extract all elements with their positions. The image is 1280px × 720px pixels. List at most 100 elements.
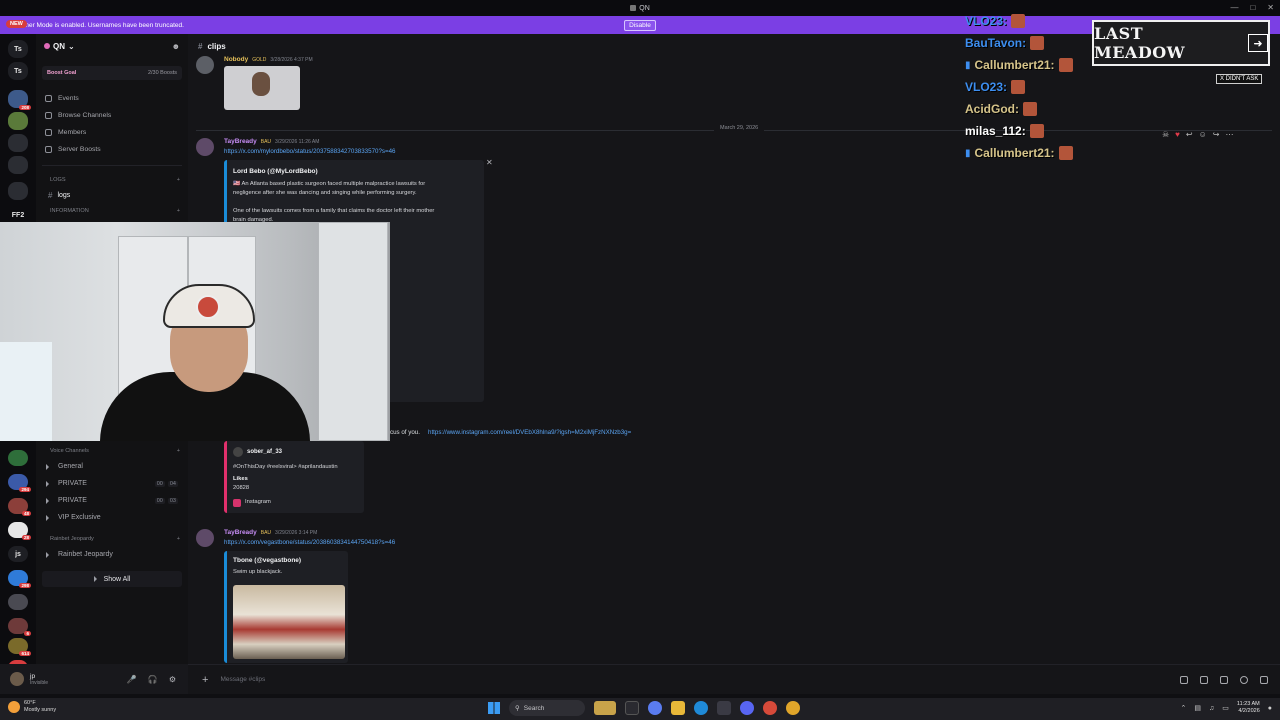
nav-events[interactable]: Events: [36, 90, 188, 107]
server-icon[interactable]: 6: [8, 618, 31, 636]
server-icon[interactable]: 298: [8, 570, 31, 588]
server-icon[interactable]: js: [8, 546, 28, 562]
voice-channel-vip[interactable]: VIP Exclusive: [36, 509, 188, 526]
server-icon[interactable]: [8, 182, 28, 200]
boost-goal-bar[interactable]: Boost Goal 2/30 Boosts: [42, 66, 182, 80]
message-author[interactable]: Nobody: [224, 56, 248, 63]
server-icon[interactable]: [8, 134, 28, 152]
weather-widget[interactable]: 60°F Mostly sunny: [8, 700, 56, 713]
embed-author[interactable]: sober_af_33: [247, 449, 282, 455]
message-link[interactable]: https://www.instagram.com/reel/DVEbX8hln…: [428, 429, 631, 436]
add-channel-icon[interactable]: +: [177, 536, 180, 542]
windows-start-icon[interactable]: [488, 702, 500, 714]
widgets-icon[interactable]: [594, 701, 616, 715]
embed-image[interactable]: [233, 585, 345, 659]
embed-footer: Instagram: [245, 499, 271, 505]
chrome-icon[interactable]: [786, 701, 800, 715]
clock[interactable]: 11:23 AM 4/2/2026: [1237, 701, 1260, 715]
server-icon[interactable]: 614: [8, 638, 31, 656]
sticker-icon[interactable]: [1220, 676, 1228, 684]
server-name[interactable]: QN ⌄: [44, 42, 75, 51]
chevron-up-icon[interactable]: ⌃: [1181, 704, 1187, 712]
message-link[interactable]: https://x.com/mylordbebo/status/20375883…: [224, 148, 395, 155]
voice-channel-general[interactable]: General: [36, 458, 188, 475]
embed-title[interactable]: Tbone (@vegastbone): [233, 557, 301, 564]
avatar[interactable]: [10, 672, 24, 686]
nav-server-boosts[interactable]: Server Boosts: [36, 141, 188, 158]
webcam-overlay: [0, 222, 390, 441]
close-icon[interactable]: ✕: [1267, 3, 1274, 12]
folder-icon[interactable]: [671, 701, 685, 715]
edge-icon[interactable]: [694, 701, 708, 715]
avatar[interactable]: [196, 529, 214, 547]
nav-members[interactable]: Members: [36, 124, 188, 141]
more-icon[interactable]: ⋯: [1226, 130, 1234, 139]
emoji-icon[interactable]: [1240, 676, 1248, 684]
volume-icon[interactable]: ♫: [1209, 705, 1214, 712]
message-author[interactable]: TayBready: [224, 529, 257, 536]
app-icon[interactable]: [763, 701, 777, 715]
notification-icon[interactable]: ●: [1268, 705, 1272, 712]
category-logs[interactable]: LOGS +: [36, 173, 188, 187]
message-input[interactable]: Message #clips: [220, 676, 265, 683]
server-icon[interactable]: [8, 112, 28, 130]
gear-icon[interactable]: ⚙: [169, 675, 176, 684]
gif-icon[interactable]: [1200, 676, 1208, 684]
taskbar-apps: ⚲ Search: [488, 700, 800, 716]
copilot-icon[interactable]: [648, 701, 662, 715]
taskbar-search[interactable]: ⚲ Search: [509, 700, 585, 716]
network-icon[interactable]: ▤: [1194, 704, 1201, 712]
avatar[interactable]: [196, 56, 214, 74]
message-link[interactable]: https://x.com/vegastbone/status/20386038…: [224, 539, 395, 546]
server-icon[interactable]: Ts: [8, 62, 28, 80]
server-icon[interactable]: 294: [8, 474, 31, 492]
message-author[interactable]: TayBready: [224, 138, 257, 145]
category-rainbet[interactable]: Rainbet Jeopardy +: [36, 532, 188, 546]
server-icon[interactable]: [8, 156, 28, 174]
minimize-icon[interactable]: —: [1230, 3, 1238, 12]
apps-icon[interactable]: [1260, 676, 1268, 684]
maximize-icon[interactable]: □: [1250, 3, 1255, 12]
voice-channel-rainbet[interactable]: Rainbet Jeopardy: [36, 546, 188, 563]
hash-icon: #: [48, 191, 53, 200]
server-icon[interactable]: [8, 450, 28, 466]
terminal-icon[interactable]: [717, 701, 731, 715]
badge-icon: ▮: [965, 59, 971, 71]
skull-icon[interactable]: ☠: [1162, 130, 1169, 139]
gift-icon[interactable]: [1180, 676, 1188, 684]
file-explorer-icon[interactable]: [625, 701, 639, 715]
avatar[interactable]: [196, 138, 214, 156]
channel-logs[interactable]: # logs: [36, 187, 188, 204]
nav-browse-channels[interactable]: Browse Channels: [36, 107, 188, 124]
add-reaction-icon[interactable]: ☺: [1199, 130, 1207, 139]
mic-icon[interactable]: 🎤: [127, 675, 137, 684]
video-thumbnail[interactable]: [224, 66, 300, 110]
reply-icon[interactable]: ↩: [1186, 130, 1193, 139]
category-information[interactable]: INFORMATION +: [36, 204, 188, 218]
voice-channel-private[interactable]: PRIVATE 00 03: [36, 492, 188, 509]
close-embed-icon[interactable]: ✕: [486, 158, 493, 167]
add-attachment-icon[interactable]: +: [202, 674, 208, 686]
discord-icon[interactable]: [740, 701, 754, 715]
heart-icon[interactable]: ♥: [1175, 130, 1180, 139]
taskbar: 60°F Mostly sunny ⚲ Search ⌃ ▤ ♫ ▭ 11:23…: [0, 698, 1280, 720]
add-channel-icon[interactable]: +: [177, 448, 180, 454]
show-all-button[interactable]: Show All: [42, 571, 182, 587]
headphones-icon[interactable]: 🎧: [148, 675, 158, 684]
voice-channel-private[interactable]: PRIVATE 00 04: [36, 475, 188, 492]
forward-icon[interactable]: ↪: [1213, 130, 1220, 139]
server-icon[interactable]: Ts: [8, 40, 28, 58]
embed-title[interactable]: Lord Bebo (@MyLordBebo): [233, 168, 318, 175]
server-header[interactable]: QN ⌄ ☻: [36, 34, 188, 58]
battery-icon[interactable]: ▭: [1222, 704, 1229, 712]
user-info[interactable]: jp Invisible: [30, 673, 48, 686]
server-icon[interactable]: 28: [8, 522, 31, 540]
add-channel-icon[interactable]: +: [177, 177, 180, 183]
server-icon[interactable]: 48: [8, 498, 31, 516]
category-voice[interactable]: Voice Channels +: [36, 444, 188, 458]
add-channel-icon[interactable]: +: [177, 208, 180, 214]
server-icon[interactable]: [8, 594, 28, 610]
server-icon[interactable]: 208: [8, 90, 31, 110]
disable-button[interactable]: Disable: [624, 19, 656, 31]
add-member-icon[interactable]: ☻: [172, 42, 180, 51]
